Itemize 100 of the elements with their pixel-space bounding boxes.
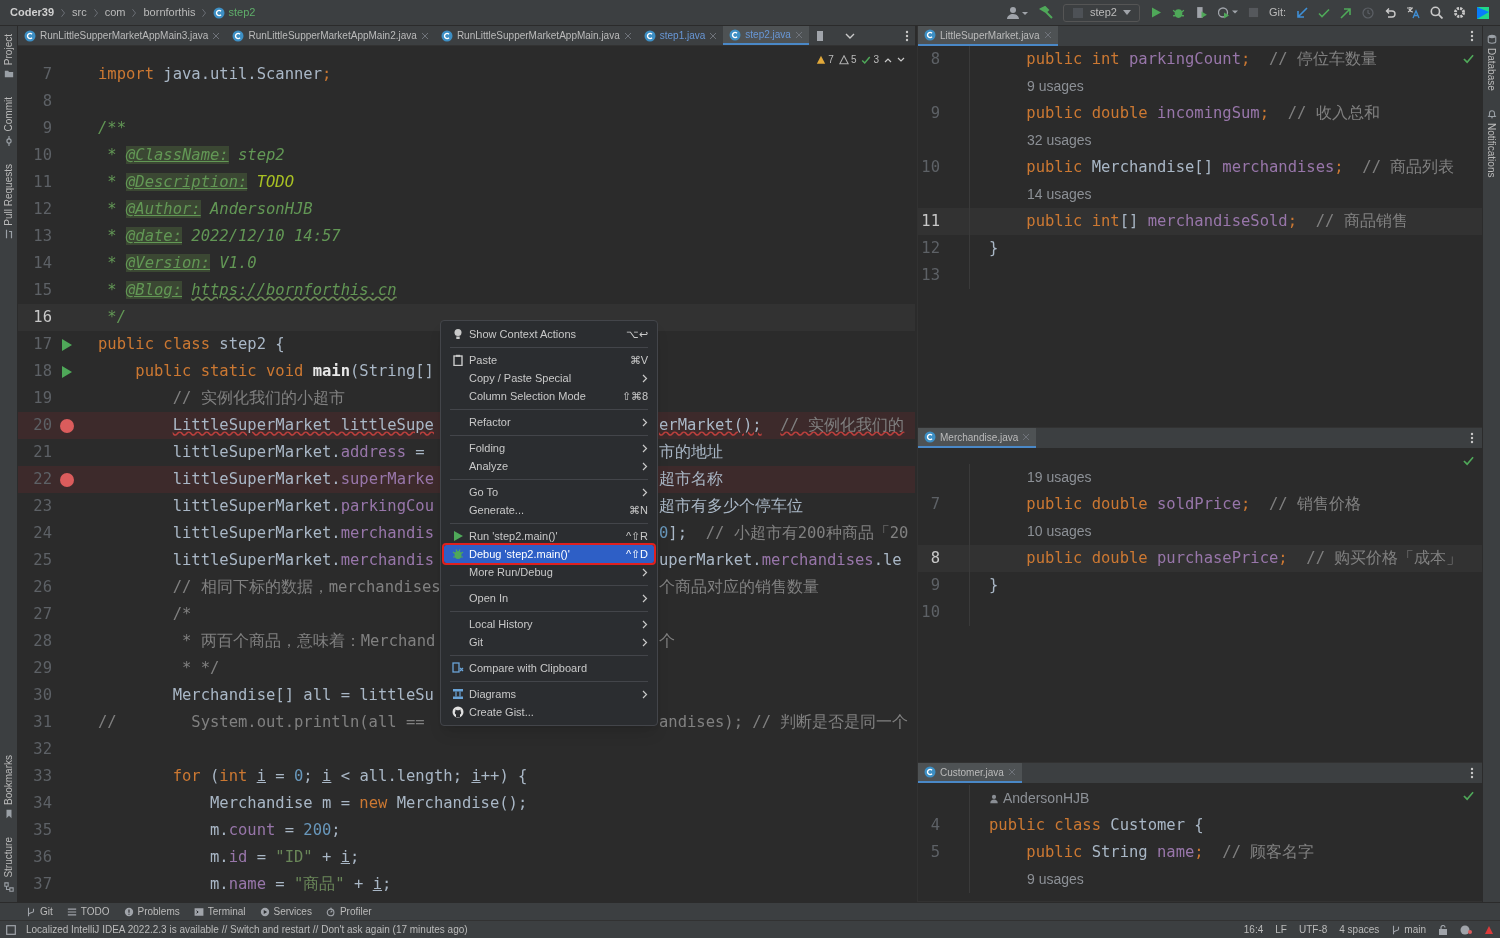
- menu-item[interactable]: Paste ⌘V: [444, 351, 654, 369]
- app-status-icon[interactable]: [1484, 924, 1494, 935]
- git-branch[interactable]: main: [1404, 922, 1426, 937]
- class-icon: [729, 28, 742, 41]
- more-icon[interactable]: [1470, 30, 1474, 42]
- chevron-down-icon[interactable]: [844, 31, 855, 40]
- user-icon[interactable]: [1006, 5, 1029, 20]
- tool-window-button[interactable]: Profiler: [325, 904, 372, 919]
- editor-tab[interactable]: RunLittleSupperMarketAppMain2.java: [226, 26, 435, 45]
- editor-tab[interactable]: Merchandise.java: [918, 428, 1037, 448]
- translate-icon[interactable]: [1406, 6, 1420, 19]
- tool-window-button[interactable]: TODO: [66, 904, 110, 919]
- tool-window-button[interactable]: Database: [1484, 34, 1499, 91]
- menu-item[interactable]: Generate... ⌘N: [444, 501, 654, 519]
- menu-item[interactable]: Local History: [444, 615, 654, 633]
- menu-item[interactable]: Analyze: [444, 457, 654, 475]
- warning-icon: [816, 54, 827, 65]
- app-logo-icon[interactable]: [1476, 5, 1490, 20]
- close-icon[interactable]: [420, 31, 429, 40]
- breadcrumb-item[interactable]: Coder39: [10, 4, 55, 21]
- more-icon[interactable]: [1470, 432, 1474, 444]
- profile-icon[interactable]: [1217, 6, 1238, 19]
- inspection-count[interactable]: 7: [816, 52, 834, 67]
- menu-item[interactable]: More Run/Debug: [444, 563, 654, 581]
- tool-window-button[interactable]: Services: [259, 904, 312, 919]
- breakpoint-icon[interactable]: [60, 472, 74, 487]
- tool-window-button[interactable]: Bookmarks: [1, 755, 16, 820]
- run-configuration-dropdown[interactable]: step2: [1062, 3, 1140, 22]
- lightbulb-icon: [452, 328, 464, 340]
- line-number: 9: [929, 574, 940, 596]
- bug-icon[interactable]: [1171, 6, 1185, 19]
- usages-hint[interactable]: 32 usages: [1027, 130, 1092, 151]
- menu-item[interactable]: Create Gist...: [444, 703, 654, 721]
- inspection-count[interactable]: 3: [861, 52, 879, 67]
- notification-icon[interactable]: [1460, 924, 1472, 935]
- tool-window-button[interactable]: Structure: [1, 837, 16, 892]
- tool-window-button[interactable]: Pull Requests: [1, 163, 16, 240]
- tool-window-button[interactable]: Project: [1, 34, 16, 80]
- run-icon[interactable]: [1149, 6, 1162, 19]
- commit-check-icon[interactable]: [1318, 6, 1330, 19]
- menu-item[interactable]: Show Context Actions ⌥↩: [444, 325, 654, 343]
- next-icon[interactable]: [897, 56, 905, 63]
- update-project-icon[interactable]: [1296, 6, 1308, 19]
- hammer-icon[interactable]: [1038, 5, 1053, 20]
- usages-hint[interactable]: 10 usages: [1027, 521, 1092, 542]
- search-icon[interactable]: [1430, 6, 1443, 19]
- usages-hint[interactable]: 9 usages: [1027, 76, 1084, 97]
- tool-window-button[interactable]: Notifications: [1484, 108, 1499, 178]
- tool-window-button[interactable]: Terminal: [193, 904, 246, 919]
- inspection-count[interactable]: 5: [838, 52, 857, 67]
- menu-item[interactable]: Folding: [444, 439, 654, 457]
- settings-icon[interactable]: [1453, 6, 1466, 19]
- editor-tab[interactable]: LittleSuperMarket.java: [918, 26, 1058, 46]
- breadcrumb-item[interactable]: step2: [213, 4, 256, 21]
- layout-icon[interactable]: [6, 924, 16, 935]
- breakpoint-icon[interactable]: [60, 418, 74, 433]
- menu-item[interactable]: Column Selection Mode ⇧⌘8: [444, 387, 654, 405]
- breadcrumb-item[interactable]: com: [104, 4, 126, 21]
- menu-item[interactable]: Diagrams: [444, 685, 654, 703]
- menu-item[interactable]: Refactor: [444, 413, 654, 431]
- status-item[interactable]: LF: [1275, 922, 1287, 937]
- more-icon[interactable]: [905, 29, 909, 42]
- tool-window-button[interactable]: Problems: [123, 904, 180, 919]
- close-icon[interactable]: [212, 31, 221, 40]
- line-number: 9: [41, 117, 52, 139]
- push-icon[interactable]: [1340, 6, 1352, 19]
- editor-tab[interactable]: Customer.java: [918, 763, 1022, 783]
- status-message[interactable]: Localized IntelliJ IDEA 2022.2.3 is available // Switch and restart // Don't ask again (17 minutes ago): [26, 922, 468, 937]
- status-item[interactable]: UTF-8: [1298, 922, 1328, 937]
- usages-hint[interactable]: 9 usages: [1027, 869, 1084, 890]
- diagram-icon: [452, 688, 464, 700]
- status-item[interactable]: 4 spaces: [1339, 922, 1380, 937]
- usages-hint[interactable]: 14 usages: [1027, 184, 1092, 205]
- editor-tab[interactable]: step1.java: [637, 26, 724, 45]
- editor-tab[interactable]: RunLittleSupperMarketAppMain3.java: [18, 26, 227, 45]
- editor-tab[interactable]: RunLittleSupperMarketAppMain.java: [434, 26, 638, 45]
- menu-item[interactable]: Go To: [444, 483, 654, 501]
- line-number: 9: [929, 102, 940, 124]
- menu-item[interactable]: Copy / Paste Special: [444, 369, 654, 387]
- breadcrumb-item[interactable]: src: [72, 4, 87, 21]
- rollback-icon[interactable]: [1384, 6, 1396, 19]
- close-icon[interactable]: [623, 31, 632, 40]
- run-gutter-icon[interactable]: [61, 337, 73, 352]
- menu-item[interactable]: Compare with Clipboard: [444, 659, 654, 677]
- coverage-icon[interactable]: [1194, 6, 1208, 19]
- tool-window-button[interactable]: Git: [26, 904, 53, 919]
- tool-window-button[interactable]: Commit: [1, 97, 16, 146]
- previous-icon[interactable]: [884, 56, 892, 63]
- breadcrumb-item[interactable]: bornforthis: [143, 4, 196, 21]
- more-icon[interactable]: [1470, 767, 1474, 779]
- lock-icon[interactable]: [1438, 924, 1448, 935]
- menu-item[interactable]: Open In: [444, 589, 654, 607]
- usages-hint[interactable]: 19 usages: [1027, 467, 1092, 488]
- menu-item[interactable]: Debug 'step2.main()' ^⇧D: [444, 545, 654, 563]
- run-gutter-icon[interactable]: [61, 364, 73, 379]
- menu-item[interactable]: Git: [444, 633, 654, 651]
- author-hint[interactable]: AndersonHJB: [1003, 788, 1090, 809]
- status-item[interactable]: 16:4: [1243, 922, 1264, 937]
- menu-item[interactable]: Run 'step2.main()' ^⇧R: [444, 527, 654, 545]
- close-icon[interactable]: [709, 31, 718, 40]
